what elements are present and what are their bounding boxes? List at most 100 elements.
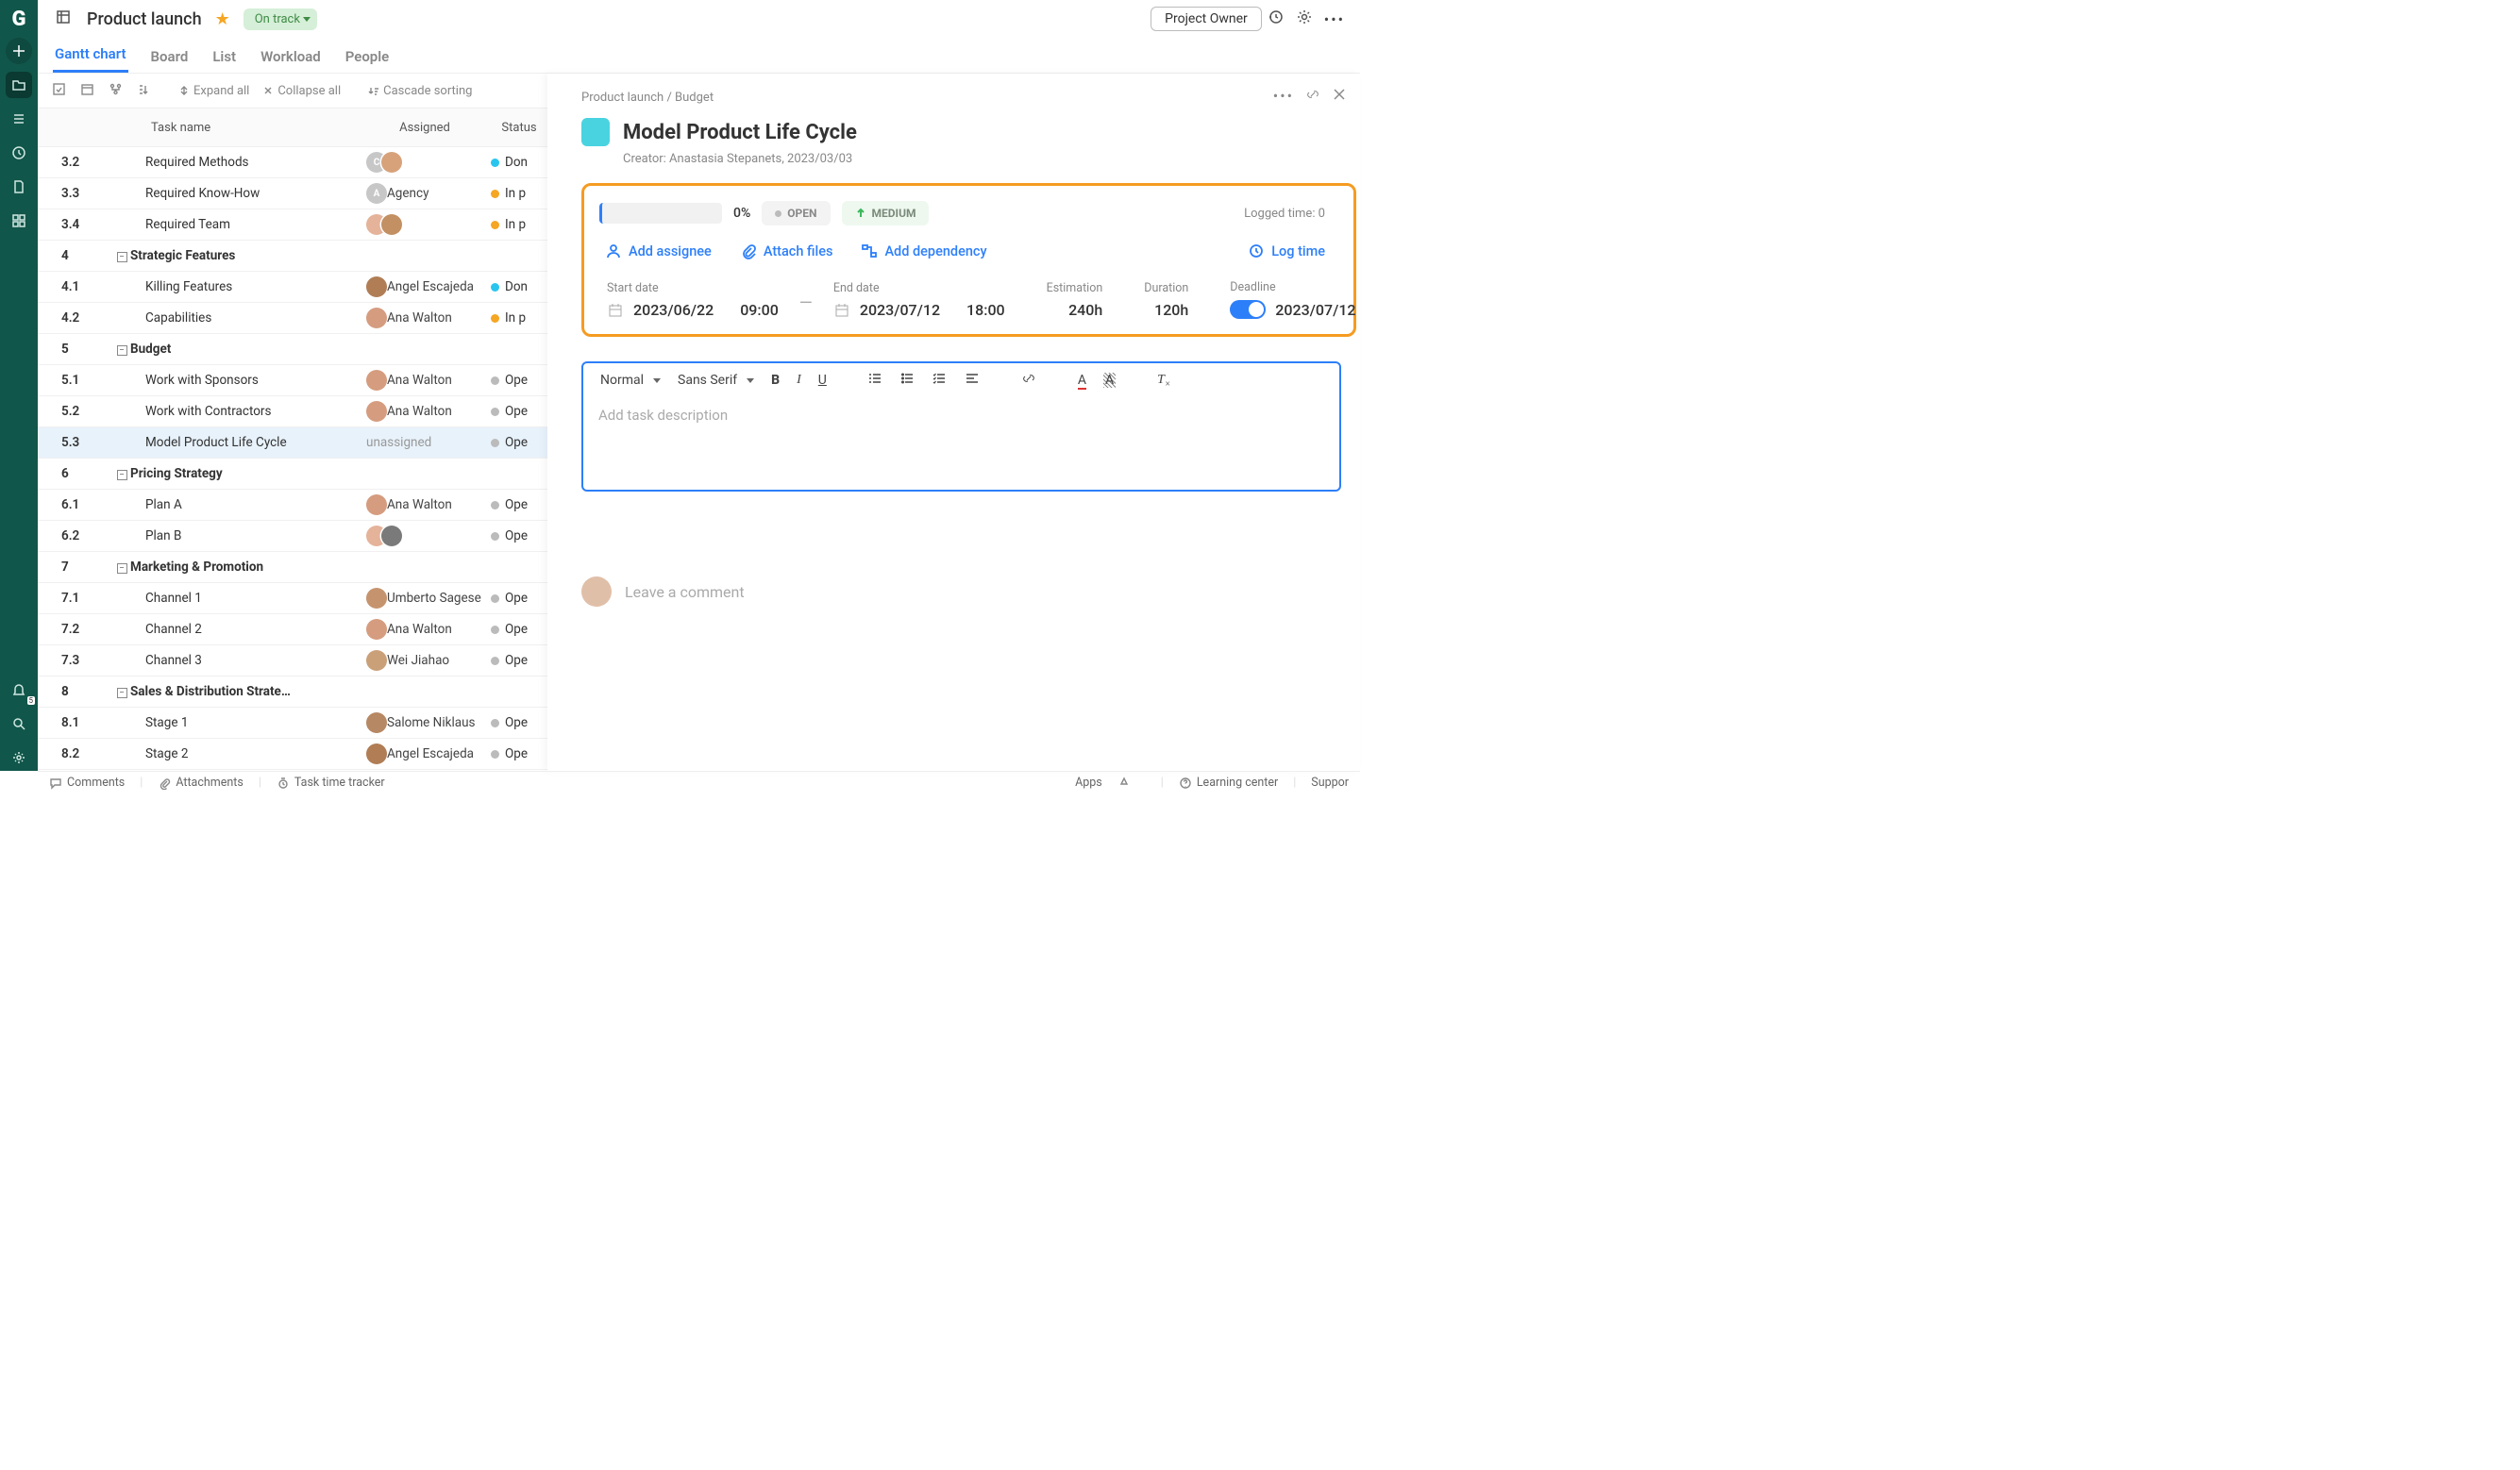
table-row[interactable]: 4.1Killing FeaturesAngel EscajedaDon [38,272,547,303]
status-cell[interactable]: Ope [491,404,547,419]
status-cell[interactable]: In p [491,186,547,201]
task-name[interactable]: Model Product Life Cycle [130,435,359,450]
cascade-sort-button[interactable]: Cascade sorting [368,84,472,98]
task-name[interactable]: Work with Contractors [130,404,359,419]
table-row[interactable]: 3.3Required Know-HowAAgencyIn p [38,178,547,209]
task-name[interactable]: Required Team [130,217,359,232]
col-assigned[interactable]: Assigned [359,121,491,135]
task-name[interactable]: Required Methods [130,155,359,170]
task-color-swatch[interactable] [581,118,610,146]
bottom-learning[interactable]: Learning center [1179,776,1278,790]
table-row[interactable]: 3.4Required TeamIn p [38,209,547,241]
status-cell[interactable]: Ope [491,591,547,606]
table-row[interactable]: 8−Sales & Distribution Strate… [38,677,547,708]
collapse-toggle[interactable]: − [113,466,130,481]
task-name[interactable]: Work with Sponsors [130,373,359,388]
collapse-toggle[interactable]: − [113,684,130,699]
status-cell[interactable]: Ope [491,746,547,761]
start-date-field[interactable]: 2023/06/22 09:00 [607,301,779,319]
android-icon[interactable] [1117,775,1131,792]
table-row[interactable]: 7.2Channel 2Ana WaltonOpe [38,614,547,645]
font-dropdown[interactable]: Sans Serif [678,373,754,388]
task-name[interactable]: Killing Features [130,279,359,294]
task-title[interactable]: Model Product Life Cycle [623,121,857,144]
duration-value[interactable]: 120h [1144,301,1188,319]
task-name[interactable]: Required Know-How [130,186,359,201]
deadline-toggle[interactable] [1230,300,1266,319]
task-name[interactable]: Sales & Distribution Strate… [130,684,359,699]
task-name[interactable]: Stage 2 [130,746,359,761]
assignee-cell[interactable] [359,214,491,235]
history-icon[interactable] [1262,8,1290,29]
check-icon[interactable] [51,82,66,100]
italic-icon[interactable]: I [797,373,801,388]
log-time-button[interactable]: Log time [1248,242,1325,259]
table-row[interactable]: 6−Pricing Strategy [38,459,547,490]
expand-all-button[interactable]: Expand all [178,84,249,98]
table-row[interactable]: 5.2Work with ContractorsAna WaltonOpe [38,396,547,427]
end-date-field[interactable]: 2023/07/12 18:00 [833,301,1005,319]
status-cell[interactable]: Don [491,155,547,170]
status-cell[interactable]: Ope [491,715,547,730]
table-row[interactable]: 6.2Plan BOpe [38,521,547,552]
rail-report-icon[interactable] [6,174,32,200]
underline-icon[interactable]: U [818,373,827,388]
task-name[interactable]: Channel 3 [130,653,359,668]
task-name[interactable]: Budget [130,342,359,357]
calendar-icon[interactable] [79,82,94,100]
rail-list-icon[interactable] [6,106,32,132]
table-row[interactable]: 7−Marketing & Promotion [38,552,547,583]
estimation-value[interactable]: 240h [1047,301,1103,319]
table-row[interactable]: 4−Strategic Features [38,241,547,272]
status-cell[interactable]: Don [491,279,547,294]
status-pill[interactable]: OPEN [762,201,830,226]
highlight-icon[interactable]: A [1103,373,1116,388]
collapse-toggle[interactable]: − [113,342,130,357]
panel-close-icon[interactable] [1332,87,1347,106]
status-cell[interactable]: Ope [491,653,547,668]
table-row[interactable]: 7.3Channel 3Wei JiahaoOpe [38,645,547,677]
breadcrumb[interactable]: Product launch / Budget [581,91,1360,105]
task-name[interactable]: Stage 1 [130,715,359,730]
collapse-toggle[interactable]: − [113,248,130,263]
bottom-attachments[interactable]: Attachments [158,776,244,790]
task-name[interactable]: Strategic Features [130,248,359,263]
tab-list[interactable]: List [210,48,238,73]
rail-clock-icon[interactable] [6,140,32,166]
table-row[interactable]: 3.2Required MethodsCDon [38,147,547,178]
attach-files-button[interactable]: Attach files [740,242,833,259]
checklist-icon[interactable] [932,371,948,390]
deadline-value[interactable]: 2023/07/12 [1275,301,1355,319]
bottom-tracker[interactable]: Task time tracker [277,776,385,790]
assignee-cell[interactable]: Ana Walton [359,494,491,515]
status-cell[interactable]: In p [491,310,547,326]
rail-grid-icon[interactable] [6,208,32,234]
assignee-cell[interactable]: Umberto Sagese [359,588,491,609]
task-name[interactable]: Channel 2 [130,622,359,637]
assignee-cell[interactable]: Ana Walton [359,619,491,640]
status-cell[interactable]: Ope [491,528,547,543]
assignee-cell[interactable]: Angel Escajeda [359,743,491,764]
ul-icon[interactable] [900,371,916,390]
project-title[interactable]: Product launch [79,9,210,29]
panel-more-icon[interactable]: ••• [1273,87,1294,106]
app-logo[interactable]: G [8,8,30,30]
table-row[interactable]: 5.1Work with SponsorsAna WaltonOpe [38,365,547,396]
task-name[interactable]: Pricing Strategy [130,466,359,481]
col-status[interactable]: Status [491,121,547,135]
task-name[interactable]: Marketing & Promotion [130,560,359,575]
project-owner-button[interactable]: Project Owner [1151,7,1262,31]
assignee-cell[interactable]: AAgency [359,183,491,204]
tab-board[interactable]: Board [149,48,191,73]
current-user-avatar[interactable] [581,576,612,607]
description-textarea[interactable]: Add task description [583,397,1339,490]
task-name[interactable]: Channel 1 [130,591,359,606]
bottom-apps[interactable]: Apps [1075,776,1102,790]
progress-bar[interactable] [599,203,722,224]
text-color-icon[interactable]: A [1078,373,1086,388]
table-row[interactable]: 4.2CapabilitiesAna WaltonIn p [38,303,547,334]
style-dropdown[interactable]: Normal [600,373,661,388]
assignee-cell[interactable]: C [359,152,491,173]
bottom-support[interactable]: Suppor [1311,776,1349,790]
tab-gantt[interactable]: Gantt chart [53,45,128,73]
